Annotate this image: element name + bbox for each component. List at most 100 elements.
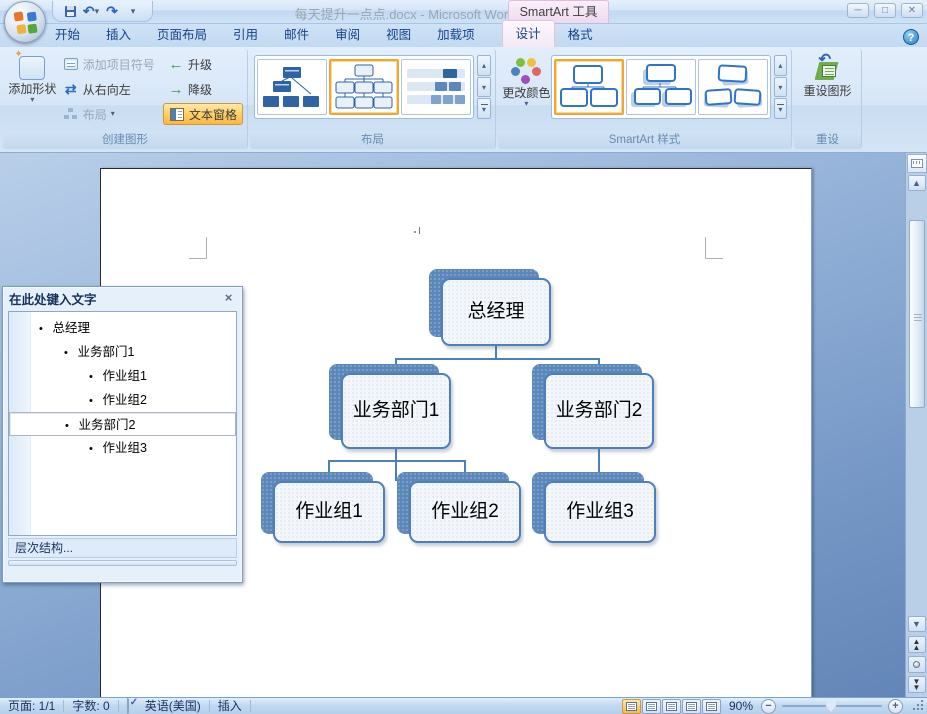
tab-smartart-design[interactable]: 设计 [501,20,555,47]
layout-gallery-scroll: ▴ ▾ ▾ [477,55,491,120]
zoom-slider-track[interactable] [782,699,882,712]
ruler-toggle-button[interactable] [906,154,927,173]
text-cursor [414,227,420,234]
scroll-up-button[interactable]: ▲ [907,175,926,191]
insert-mode-indicator[interactable]: 插入 [210,699,250,714]
reset-graphic-button[interactable]: ↶ 重设图形 [799,51,857,132]
full-screen-reading-view-button[interactable] [641,698,661,714]
style-thumb-2[interactable] [625,59,696,115]
change-colors-button[interactable]: 更改颜色 ▾ [502,55,551,132]
tab-home[interactable]: 开始 [42,21,93,47]
save-button[interactable] [61,3,79,20]
close-icon[interactable]: × [221,291,236,306]
text-pane-resize-handle[interactable] [8,560,237,566]
previous-page-button[interactable]: ▲ ▲ [907,636,926,653]
draft-view-button[interactable] [701,698,721,714]
language-indicator[interactable]: 英语(美国) [137,699,209,714]
add-bullet-button[interactable]: 添加项目符号 [58,53,163,75]
text-pane-item-selected[interactable]: • 业务部门2 [9,412,236,436]
print-layout-view-button[interactable] [621,698,641,714]
zoom-level[interactable]: 90% [721,699,761,713]
layout-button[interactable]: 布局 ▾ [58,103,163,125]
text-pane-footer: 层次结构... [8,538,237,558]
scrollbar-thumb[interactable] [908,220,925,408]
layout-thumb-1[interactable] [257,59,327,115]
style-gallery-down-button[interactable]: ▾ [773,76,787,98]
group-smartart-styles: 更改颜色 ▾ ▴ ▾ ▾ SmartArt 样式 [498,49,792,149]
qat-customize-button[interactable]: ▾ [124,3,142,20]
select-browse-object-button[interactable] [907,656,926,673]
document-workspace: 总经理 业务部门1 业务部门2 作业组1 作业组2 作业组3 在此处键入文字 ×… [0,153,927,697]
text-pane-item[interactable]: • 作业组3 [9,436,236,460]
office-button[interactable] [4,1,46,43]
org-node-business-dept-2[interactable]: 业务部门2 [532,364,654,449]
outline-view-button[interactable] [681,698,701,714]
org-node-work-group-3[interactable]: 作业组3 [532,472,656,543]
text-pane-toggle-button[interactable]: 文本窗格 [162,103,243,125]
scroll-down-button[interactable]: ▼ [907,616,926,632]
help-button[interactable]: ? [903,29,919,45]
qat-customize-icon: ▾ [130,5,136,16]
next-page-button[interactable]: ▼ ▼ [907,676,926,693]
tab-references[interactable]: 引用 [220,21,271,47]
undo-button[interactable]: ↶ ▾ [82,3,100,20]
demote-icon: → [168,80,184,98]
web-layout-view-button[interactable] [661,698,681,714]
text-pane-item[interactable]: • 作业组2 [9,388,236,412]
text-pane-body[interactable]: • 总经理 • 业务部门1 • 作业组1 • 作业组2 • 业务部门2 • 作业… [8,311,237,536]
tab-mailings[interactable]: 邮件 [271,21,322,47]
undo-dropdown-icon: ▾ [94,5,100,16]
minimize-button[interactable]: ─ [847,3,869,18]
style-thumb-3[interactable] [697,59,768,115]
draft-view-icon [705,701,717,711]
close-button[interactable]: ✕ [901,3,923,18]
change-colors-dropdown-icon: ▾ [524,99,529,108]
tab-view[interactable]: 视图 [373,21,424,47]
text-pane-title: 在此处键入文字 [9,292,97,307]
window-resize-grip[interactable] [911,699,925,713]
org-node-general-manager[interactable]: 总经理 [429,269,551,346]
scrollbar-track[interactable] [908,192,926,615]
style-thumb-1[interactable] [553,59,624,115]
promote-button[interactable]: ← 升级 [163,53,243,75]
spell-check-status[interactable] [119,697,137,714]
demote-button[interactable]: → 降级 [163,78,243,100]
outline-view-icon [685,701,697,711]
window-controls: ─ □ ✕ [847,3,923,18]
vertical-scrollbar: ▲ ▼ ▲ ▲ ▼ ▼ [905,153,927,697]
style-gallery-more-button[interactable]: ▾ [773,98,787,120]
zoom-out-button[interactable]: − [761,698,776,714]
tab-smartart-format[interactable]: 格式 [555,21,606,47]
word-window: ↶ ▾ ↷ ▾ 每天提升一点点.docx - Microsoft Word Sma… [0,0,927,714]
tab-review[interactable]: 审阅 [322,21,373,47]
layout-gallery-up-button[interactable]: ▴ [477,55,491,76]
redo-button[interactable]: ↷ [103,3,121,20]
maximize-button[interactable]: □ [874,3,896,18]
tab-addins[interactable]: 加载项 [424,21,488,47]
org-node-business-dept-1[interactable]: 业务部门1 [329,364,451,449]
right-to-left-button[interactable]: ⇄ 从右向左 [58,78,163,100]
org-node-work-group-1[interactable]: 作业组1 [261,472,385,543]
page-indicator[interactable]: 页面: 1/1 [0,699,63,714]
promote-icon: ← [168,55,184,73]
layout-thumb-3[interactable] [401,59,471,115]
text-pane-item[interactable]: • 业务部门1 [9,340,236,364]
layout-gallery-more-button[interactable]: ▾ [477,98,491,120]
zoom-slider-handle[interactable] [826,699,836,712]
word-count[interactable]: 字数: 0 [64,699,117,714]
group-reset: ↶ 重设图形 重设 [794,49,862,149]
text-pane-item[interactable]: • 作业组1 [9,364,236,388]
style-thumb-1-icon [559,65,618,107]
zoom-in-button[interactable]: + [888,698,903,714]
tab-page-layout[interactable]: 页面布局 [144,21,220,47]
layout-gallery-down-button[interactable]: ▾ [477,76,491,98]
text-pane-item[interactable]: • 总经理 [9,316,236,340]
tab-insert[interactable]: 插入 [93,21,144,47]
style-gallery-up-button[interactable]: ▴ [773,55,787,76]
style-gallery-scroll: ▴ ▾ ▾ [773,55,787,120]
reset-graphic-icon: ↶ [813,51,843,82]
org-node-work-group-2[interactable]: 作业组2 [397,472,521,543]
group-create-graphic: 添加形状 ▾ 添加项目符号 ⇄ 从右向左 [3,49,248,149]
add-shape-button[interactable]: 添加形状 ▾ [7,49,58,132]
layout-thumb-2[interactable] [329,59,399,115]
